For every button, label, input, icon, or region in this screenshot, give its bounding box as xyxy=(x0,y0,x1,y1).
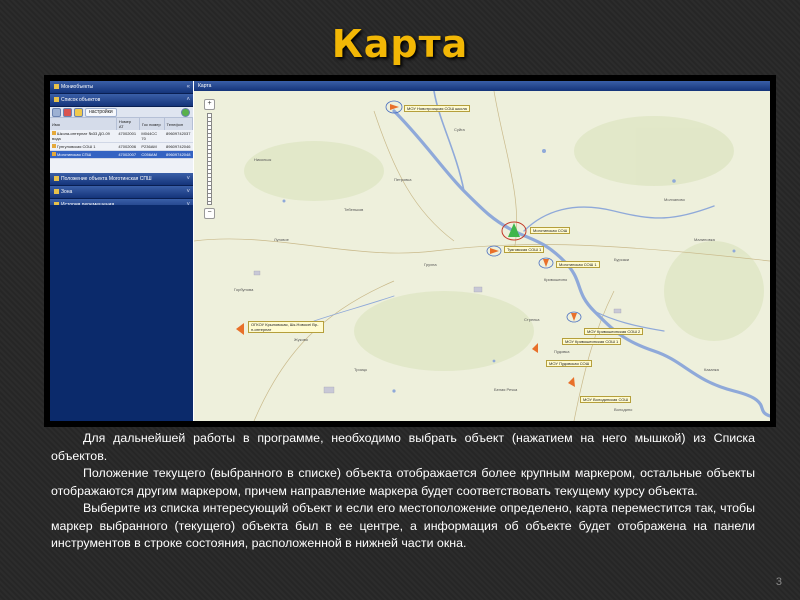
bus-icon xyxy=(52,144,56,148)
row-name: Школа-интернат №33 ДО-09 вода xyxy=(52,131,110,141)
refresh-button[interactable] xyxy=(52,107,61,117)
bus-icon xyxy=(52,152,56,156)
folder-icon xyxy=(54,84,59,90)
row-name: Гунгуловская СОШ 1 xyxy=(57,144,96,149)
object-marker[interactable] xyxy=(236,323,244,335)
row-number: 47002007 xyxy=(116,150,140,159)
zone-icon xyxy=(54,189,59,195)
row-number: 47002006 xyxy=(116,142,140,151)
map-place-label: Никольск xyxy=(254,157,271,162)
add-button[interactable] xyxy=(181,107,190,117)
map-place-label: Бурсаки xyxy=(614,257,629,262)
objects-toolbar: настройки xyxy=(50,107,193,118)
map-place-label: Горбунова xyxy=(234,287,254,292)
paragraph: Выберите из списка интересующий объект и… xyxy=(51,501,755,550)
row-phone: 89609742048 xyxy=(164,150,193,159)
object-marker[interactable] xyxy=(566,311,582,323)
paragraph: Для дальнейшей работы в программе, необх… xyxy=(51,431,755,463)
bus-icon xyxy=(52,131,56,135)
collapse-icon[interactable]: « xyxy=(187,81,190,93)
map-callout: Туяговская СОШ 1 xyxy=(504,246,545,253)
map-place-label: Володино xyxy=(614,407,633,412)
map-place-label: Белая Речка xyxy=(494,387,518,392)
column-header-name[interactable]: Имя xyxy=(50,118,117,130)
slide-body: Для дальнейшей работы в программе, необх… xyxy=(51,430,755,553)
selected-object-marker[interactable] xyxy=(501,221,527,241)
row-plate: Р236АМ xyxy=(139,142,164,151)
filter-button[interactable] xyxy=(74,107,83,117)
map-callout-selected: Моготинская СОШ xyxy=(530,227,571,234)
object-position-header[interactable]: Положение объекта Моготинская СПШ ˅ xyxy=(50,173,193,186)
zone-label: Зона xyxy=(61,189,73,195)
map-place-label: Троицк xyxy=(354,367,367,372)
map-callout: Моготинская СОШ 1 xyxy=(556,261,600,268)
map-place-label: Луговое xyxy=(274,237,290,242)
map-place-label: Петровка xyxy=(394,177,412,182)
map-place-label: Малиновка xyxy=(694,237,716,242)
column-header-number[interactable]: Номер АТ xyxy=(116,118,140,130)
slide-title: Карта xyxy=(331,22,469,66)
zoom-out-button[interactable]: − xyxy=(204,208,215,219)
map-callout: МОУ Новотроицкая СОШ школа xyxy=(404,105,470,112)
row-name: Моготинская СПШ xyxy=(57,152,92,157)
map-canvas[interactable]: Никольск Тебеньков Суйга Грухна Кривошеи… xyxy=(194,91,770,421)
table-row[interactable]: Школа-интернат №33 ДО-09 вода 47002001 М… xyxy=(50,130,193,143)
paragraph: Положение текущего (выбранного в списке)… xyxy=(51,466,755,498)
panel-empty-area xyxy=(50,205,193,421)
zoom-in-button[interactable]: + xyxy=(204,99,215,110)
map-place-label: Молчаново xyxy=(664,197,686,202)
table-row-selected[interactable]: Моготинская СПШ 47002007 С056АМ 89609742… xyxy=(50,150,193,159)
row-number: 47002001 xyxy=(116,130,140,143)
map-place-label: Стрелка xyxy=(524,317,540,322)
map-callout: ОГКОУ Крыловская, Шк-Новосеi Вр-п-интерн… xyxy=(248,321,324,333)
zone-header[interactable]: Зона ˅ xyxy=(50,186,193,199)
map-place-label: Жуково xyxy=(294,337,309,342)
page-number: 3 xyxy=(775,576,782,588)
map-place-label: Казанка xyxy=(704,367,720,372)
row-phone: 89609742037 xyxy=(164,130,193,143)
map-callout: МОУ Володинская СОШ xyxy=(580,396,632,403)
zoom-slider-track[interactable] xyxy=(206,113,212,205)
map-header: Карта xyxy=(194,81,770,91)
row-phone: 89609742046 xyxy=(164,142,193,151)
app-window: Мониобъекты « Список объектов ˄ настройк… xyxy=(50,81,770,421)
object-marker[interactable] xyxy=(538,257,554,269)
map-area[interactable]: Карта Никольск Тебеньков Суйга Грухна Кр… xyxy=(194,81,770,421)
object-marker[interactable] xyxy=(486,245,502,257)
map-place-label: Суйга xyxy=(454,127,465,132)
map-callout: МОУ Пудовская СОШ xyxy=(546,360,593,367)
zoom-control: + − xyxy=(204,99,215,219)
objects-list-header[interactable]: Список объектов ˄ xyxy=(50,94,193,107)
map-callout: МОУ Кривошеинская СОШ 2 xyxy=(584,328,644,335)
delete-button[interactable] xyxy=(63,107,72,117)
row-plate: С056АМ xyxy=(139,150,164,159)
object-marker[interactable] xyxy=(568,377,575,387)
pin-icon xyxy=(54,176,59,182)
map-place-label: Грухна xyxy=(424,262,437,267)
chevron-down-icon[interactable]: ˅ xyxy=(186,186,190,198)
object-marker[interactable] xyxy=(532,343,538,353)
column-header-plate[interactable]: Гос номер xyxy=(139,118,165,130)
object-position-label: Положение объекта Моготинская СПШ xyxy=(61,176,152,182)
objects-table: Имя Номер АТ Гос номер Телефон Школа-инт… xyxy=(50,118,193,159)
left-panel: Мониобъекты « Список объектов ˄ настройк… xyxy=(50,81,193,421)
chevron-up-icon[interactable]: ˄ xyxy=(186,94,190,106)
column-header-phone[interactable]: Телефон xyxy=(164,118,193,130)
map-place-label: Кривошеино xyxy=(544,277,568,282)
app-screenshot: Мониобъекты « Список объектов ˄ настройк… xyxy=(44,75,776,427)
chevron-down-icon[interactable]: ˅ xyxy=(186,173,190,185)
map-callout: МОУ Кривошеинская СОШ 1 xyxy=(562,338,622,345)
settings-button[interactable]: настройки xyxy=(85,107,117,117)
objects-list-header-label: Список объектов xyxy=(61,97,101,103)
table-row[interactable]: Гунгуловская СОШ 1 47002006 Р236АМ 89609… xyxy=(50,142,193,151)
monitoring-header-label: Мониобъекты xyxy=(61,84,94,90)
objects-list: настройки Имя Номер АТ Гос номер Телефон xyxy=(50,107,193,173)
row-plate: М044СС 70 xyxy=(139,130,164,143)
map-place-label: Тебеньков xyxy=(344,207,363,212)
monitoring-header[interactable]: Мониобъекты « xyxy=(50,81,193,94)
list-icon xyxy=(54,97,59,103)
map-place-label: Пудовка xyxy=(554,349,570,354)
